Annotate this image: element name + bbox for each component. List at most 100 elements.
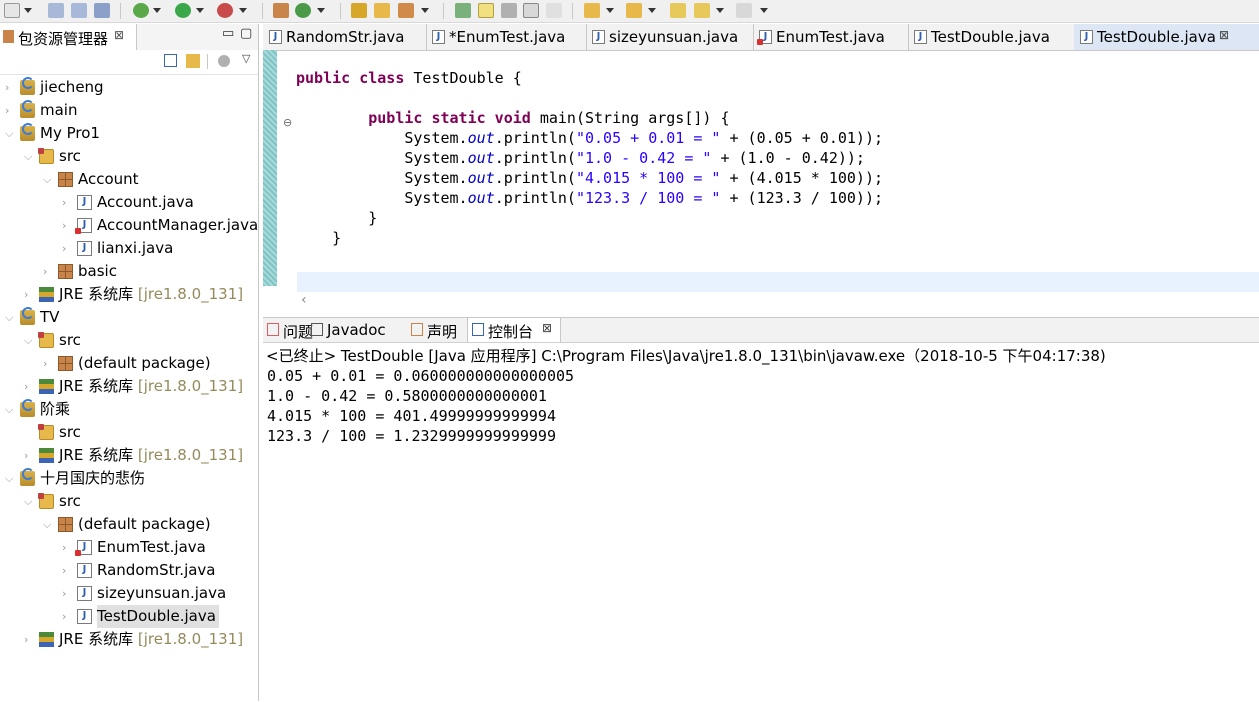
tab-console[interactable]: 控制台 ⊠ (467, 318, 561, 342)
print-icon[interactable] (94, 3, 110, 18)
whitespace-icon[interactable] (501, 3, 517, 18)
editor-tab[interactable]: J RandomStr.java (263, 24, 427, 50)
show-whitespace-icon[interactable] (546, 3, 562, 18)
chevron-down-icon[interactable]: ⌵ (24, 145, 34, 168)
chevron-right-icon[interactable]: › (62, 191, 72, 214)
run-icon[interactable] (175, 3, 191, 18)
editor-tab[interactable]: J TestDouble.java (908, 24, 1075, 50)
tree-item[interactable]: › JRE 系统库 [jre1.8.0_131] (0, 628, 258, 651)
link-with-editor-icon[interactable] (186, 54, 200, 68)
tab-javadoc[interactable]: Javadoc (307, 318, 407, 342)
tree-item[interactable]: › JRE 系统库 [jre1.8.0_131] (0, 444, 258, 467)
forward-icon[interactable] (736, 3, 752, 18)
focus-icon[interactable] (218, 55, 230, 67)
view-menu-icon[interactable]: ▽ (242, 52, 250, 65)
tree-item[interactable]: › jiecheng (0, 76, 258, 99)
tree-item[interactable]: › J Account.java (0, 191, 258, 214)
save-all-icon[interactable] (71, 3, 87, 18)
tree-item[interactable]: ⌵ My Pro1 (0, 122, 258, 145)
chevron-right-icon[interactable]: › (62, 536, 72, 559)
editor-tab[interactable]: J *EnumTest.java (426, 24, 587, 50)
editor-tab[interactable]: J TestDouble.java ⊠ (1074, 24, 1259, 50)
next-annotation-dropdown-icon[interactable] (606, 8, 614, 13)
forward-dropdown-icon[interactable] (760, 8, 768, 13)
run-dropdown-icon[interactable] (196, 8, 204, 13)
maximize-icon[interactable]: ▢ (240, 26, 252, 41)
fold-toggle-icon[interactable]: ⊖ (283, 116, 292, 129)
chevron-down-icon[interactable]: ⌵ (24, 329, 34, 352)
chevron-right-icon[interactable]: › (62, 214, 72, 237)
tree-item[interactable]: ⌵ 十月国庆的悲伤 (0, 467, 258, 490)
new-package-icon[interactable] (273, 3, 289, 18)
chevron-right-icon[interactable]: › (24, 375, 34, 398)
external-tools-icon[interactable] (217, 3, 233, 18)
tree-item[interactable]: › J EnumTest.java (0, 536, 258, 559)
back-icon[interactable] (694, 3, 710, 18)
console-output[interactable]: 0.05 + 0.01 = 0.060000000000000005 1.0 - … (267, 366, 574, 446)
new-icon[interactable] (4, 3, 20, 18)
tree-item[interactable]: › Jsizeyunsuan.java (0, 582, 258, 605)
tree-item[interactable]: ⌵ 阶乘 (0, 398, 258, 421)
chevron-right-icon[interactable]: › (24, 628, 34, 651)
scroll-left-icon[interactable]: ‹ (301, 292, 307, 308)
tree-item[interactable]: ⌵ Account (0, 168, 258, 191)
tree-item[interactable]: ⌵ (default package) (0, 513, 258, 536)
chevron-down-icon[interactable]: ⌵ (43, 513, 53, 536)
tree-item[interactable]: › Jlianxi.java (0, 237, 258, 260)
tree-item[interactable]: ⌵ src (0, 145, 258, 168)
tree-item[interactable]: › basic (0, 260, 258, 283)
block-selection-icon[interactable] (523, 3, 539, 18)
new-class-dropdown-icon[interactable] (317, 8, 325, 13)
back-dropdown-icon[interactable] (716, 8, 724, 13)
chevron-right-icon[interactable]: › (62, 582, 72, 605)
chevron-right-icon[interactable]: › (24, 444, 34, 467)
new-class-icon[interactable] (295, 3, 311, 18)
external-tools-dropdown-icon[interactable] (239, 8, 247, 13)
tree-item[interactable]: › J TestDouble.java (0, 605, 258, 628)
collapse-all-icon[interactable] (164, 54, 177, 67)
tree-item[interactable]: › (default package) (0, 352, 258, 375)
chevron-down-icon[interactable]: ⌵ (43, 168, 53, 191)
tree-item[interactable]: › JRE 系统库 [jre1.8.0_131] (0, 375, 258, 398)
tree-item[interactable]: › JRE 系统库 [jre1.8.0_131] (0, 283, 258, 306)
tree-item[interactable]: ⌵ src (0, 329, 258, 352)
tree-item[interactable]: › J AccountManager.java (0, 214, 258, 237)
tree-item[interactable]: ⌵ TV (0, 306, 258, 329)
prev-annotation-dropdown-icon[interactable] (648, 8, 656, 13)
close-icon[interactable]: ⊠ (1219, 28, 1229, 42)
chevron-right-icon[interactable]: › (62, 237, 72, 260)
debug-dropdown-icon[interactable] (153, 8, 161, 13)
chevron-down-icon[interactable]: ⌵ (24, 490, 34, 513)
chevron-down-icon[interactable]: ⌵ (5, 306, 15, 329)
editor-tab[interactable]: J EnumTest.java (753, 24, 909, 50)
chevron-right-icon[interactable]: › (43, 352, 53, 375)
search-dropdown-icon[interactable] (421, 8, 429, 13)
chevron-right-icon[interactable]: › (5, 76, 15, 99)
save-icon[interactable] (48, 3, 64, 18)
chevron-right-icon[interactable]: › (43, 260, 53, 283)
tab-problems[interactable]: 问题 (263, 318, 313, 342)
highlight-icon[interactable] (478, 3, 494, 18)
chevron-right-icon[interactable]: › (62, 559, 72, 582)
chevron-right-icon[interactable]: › (62, 605, 72, 628)
last-edit-icon[interactable] (670, 3, 686, 18)
close-icon[interactable]: ⊠ (542, 321, 552, 335)
tab-package-explorer[interactable]: 包资源管理器 ⊠ (0, 24, 137, 50)
chevron-right-icon[interactable]: › (24, 283, 34, 306)
prev-annotation-icon[interactable] (626, 3, 642, 18)
chevron-down-icon[interactable]: ⌵ (5, 467, 15, 490)
chevron-down-icon[interactable]: ⌵ (5, 122, 15, 145)
tree-item[interactable]: src (0, 421, 258, 444)
tree-item[interactable]: › main (0, 99, 258, 122)
tree-item[interactable]: › J RandomStr.java (0, 559, 258, 582)
chevron-right-icon[interactable]: › (5, 99, 15, 122)
search-icon[interactable] (398, 3, 414, 18)
open-resource-icon[interactable] (374, 3, 390, 18)
code-editor[interactable]: public class TestDouble { public static … (296, 68, 883, 248)
tree-item[interactable]: ⌵ src (0, 490, 258, 513)
tab-declaration[interactable]: 声明 (407, 318, 467, 342)
debug-icon[interactable] (133, 3, 149, 18)
open-type-icon[interactable] (351, 3, 367, 18)
next-annotation-icon[interactable] (584, 3, 600, 18)
toggle-mark-icon[interactable] (455, 3, 471, 18)
